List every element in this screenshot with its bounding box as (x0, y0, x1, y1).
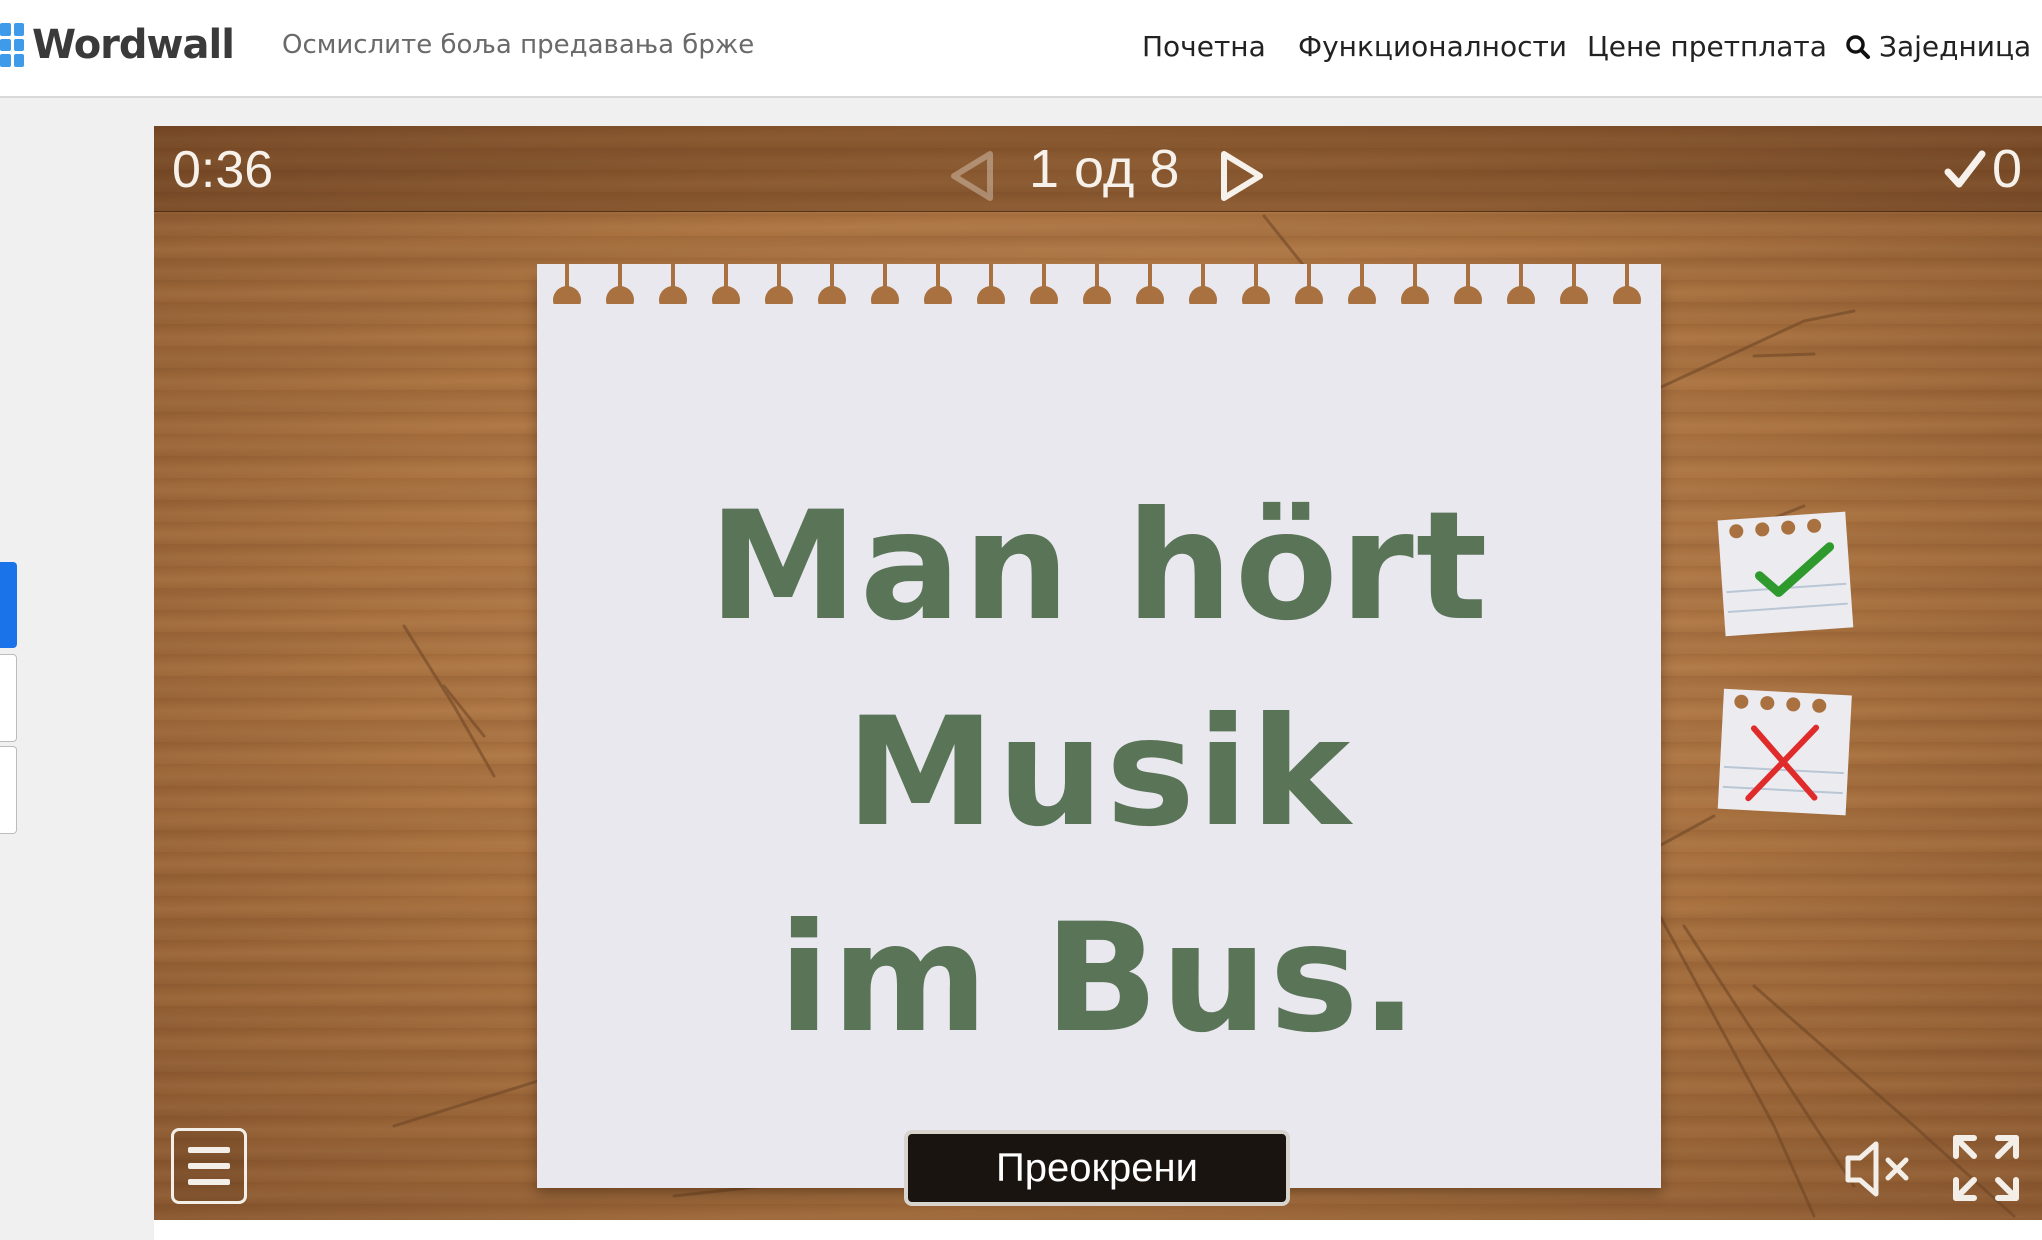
card-line: Man hört (708, 480, 1490, 654)
nav-features[interactable]: Функционалности (1298, 30, 1567, 63)
menu-icon[interactable] (171, 1128, 247, 1204)
game-toolbar: 0:36 1 од 8 0 (154, 126, 2042, 212)
wordwall-logo[interactable]: Wordwall (0, 22, 235, 68)
side-tab[interactable] (0, 654, 17, 742)
card-torn-edge (537, 264, 1661, 304)
mute-icon[interactable] (1842, 1136, 1912, 1202)
game-footer-strip (154, 1220, 2042, 1240)
card-text: Man hört Musik im Bus. (537, 464, 1661, 1082)
side-tab[interactable] (0, 746, 17, 834)
logo-grid-icon (0, 23, 24, 67)
timer: 0:36 (172, 141, 274, 199)
site-header: Wordwall Осмислите боља предавања брже П… (0, 0, 2042, 98)
card-line: Musik (845, 686, 1353, 860)
prev-arrow-icon[interactable] (944, 148, 1000, 204)
tagline: Осмислите боља предавања брже (282, 30, 755, 60)
mark-correct-button[interactable] (1709, 498, 1859, 638)
mark-wrong-button[interactable] (1709, 678, 1859, 818)
card-line: im Bus. (778, 892, 1420, 1066)
checkmark-icon (1944, 150, 1986, 188)
side-tab-active[interactable] (0, 562, 17, 648)
flip-button[interactable]: Преокрени (904, 1130, 1290, 1206)
search-icon (1846, 34, 1870, 59)
nav-pricing[interactable]: Цене претплата (1587, 30, 1827, 63)
nav-home[interactable]: Почетна (1142, 30, 1266, 63)
score: 0 (1944, 138, 2022, 200)
card-counter: 1 од 8 (1029, 139, 1180, 199)
fullscreen-icon[interactable] (1950, 1132, 2022, 1204)
next-arrow-icon[interactable] (1214, 148, 1270, 204)
flashcard-game: 0:36 1 од 8 0 Man hört Musik im Bus. Пре… (154, 126, 2042, 1220)
flashcard[interactable]: Man hört Musik im Bus. (537, 264, 1661, 1188)
nav-community[interactable]: Заједница (1845, 30, 2031, 63)
score-value: 0 (1991, 139, 2022, 199)
nav-community-label: Заједница (1879, 30, 2032, 63)
logo-text: Wordwall (32, 22, 235, 68)
